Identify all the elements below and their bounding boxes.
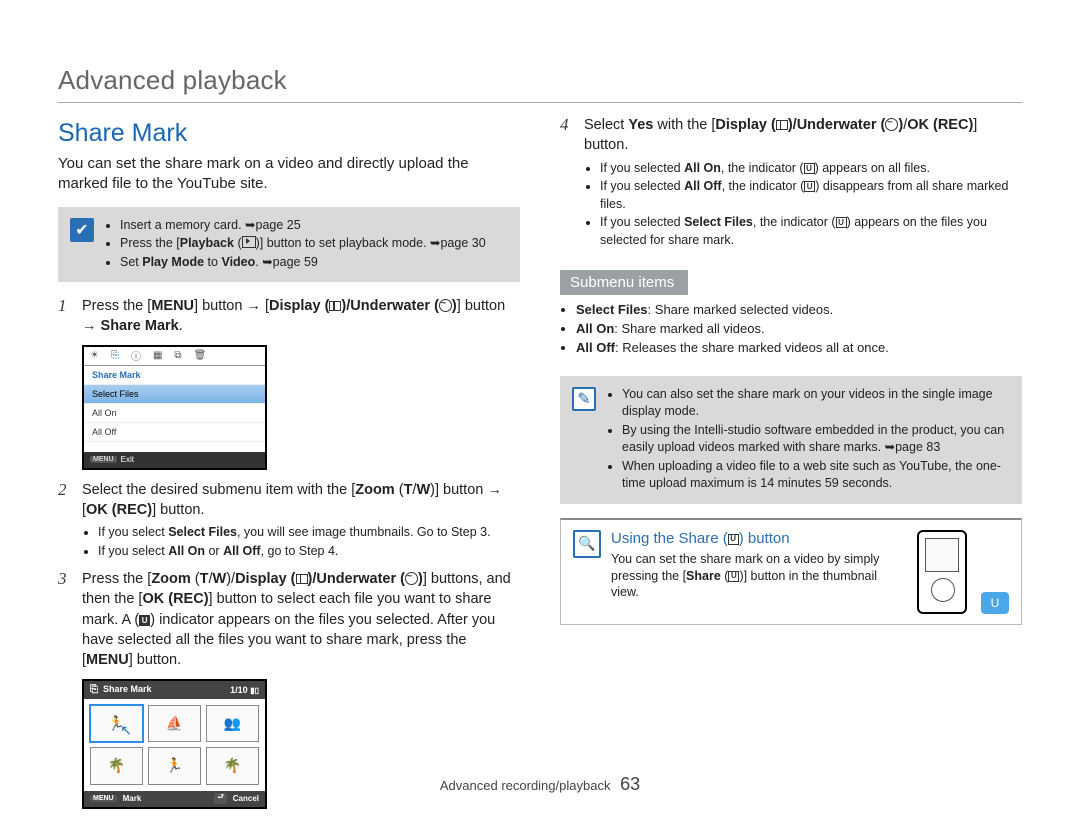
share-indicator-icon — [836, 217, 847, 228]
step-note: If you selected All On, the indicator ()… — [600, 160, 1022, 178]
right-column: 4 Select Yes with the [Display ()/Underw… — [560, 115, 1022, 815]
info-note-box: ✎ You can also set the share mark on you… — [560, 376, 1022, 504]
step-1: 1 Press the [MENU] button → [Display ()/… — [58, 296, 520, 337]
note-item: You can also set the share mark on your … — [622, 386, 1010, 421]
footer-cancel-label: Cancel — [233, 794, 259, 803]
menu-item-all-off: All Off — [84, 423, 265, 442]
submenu-header: Submenu items — [560, 270, 688, 295]
note-item: When uploading a video file to a web sit… — [622, 458, 1010, 493]
share-button-illustration: U — [981, 592, 1009, 614]
step-number: 4 — [560, 115, 574, 250]
footer-mark-label: Mark — [123, 794, 142, 803]
cursor-icon: ↖ — [120, 722, 132, 739]
step-body: Select the desired submenu item with the… — [82, 480, 520, 562]
tip-body: You can set the share mark on a video by… — [611, 551, 899, 602]
share-indicator-icon — [804, 181, 815, 192]
screenshot-footer: MENU Exit — [84, 452, 265, 468]
battery-icon: ▮▯ — [250, 686, 259, 695]
left-column: Share Mark You can set the share mark on… — [58, 115, 520, 815]
step-body: Press the [MENU] button → [Display ()/Un… — [82, 296, 520, 337]
menu-item-all-on: All On — [84, 404, 265, 423]
delete-icon: 🗑 — [194, 350, 207, 361]
share-indicator-icon — [139, 615, 150, 626]
submenu-item: Select Files: Share marked selected vide… — [576, 301, 1022, 319]
screenshot2-title: Share Mark — [103, 684, 152, 694]
step-number: 1 — [58, 296, 72, 337]
screenshot2-count: 1/10 — [230, 685, 248, 695]
share-indicator-icon — [804, 163, 815, 174]
footer-text: Advanced recording/playback — [440, 778, 611, 793]
step-4: 4 Select Yes with the [Display ()/Underw… — [560, 115, 1022, 250]
info-note-list: You can also set the share mark on your … — [606, 386, 1010, 494]
info-icon: ⓘ — [131, 348, 141, 363]
step-3: 3 Press the [Zoom (T/W)/Display ()/Under… — [58, 569, 520, 670]
underwater-icon — [405, 572, 418, 585]
submenu-item: All Off: Releases the share marked video… — [576, 339, 1022, 357]
screenshot-title: Share Mark — [84, 366, 265, 385]
step-2: 2 Select the desired submenu item with t… — [58, 480, 520, 562]
device-illustration — [917, 530, 967, 614]
note-item: By using the Intelli-studio software emb… — [622, 422, 1010, 457]
share-mark-icon: ⎘ — [111, 350, 119, 361]
thumbnail-item: 👥 — [206, 705, 259, 743]
underwater-icon — [885, 118, 898, 131]
page-footer: Advanced recording/playback 63 — [0, 774, 1080, 795]
section-title: Share Mark — [58, 119, 520, 148]
submenu-list: Select Files: Share marked selected vide… — [560, 301, 1022, 358]
pencil-icon: ✎ — [572, 387, 596, 411]
magnifier-icon: 🔍 — [573, 530, 601, 558]
page-number: 63 — [620, 774, 640, 794]
underwater-icon — [439, 299, 452, 312]
grid-icon: ▦ — [153, 350, 162, 361]
playback-icon — [242, 236, 256, 248]
breadcrumb: Advanced playback — [58, 65, 1022, 103]
step-body: Press the [Zoom (T/W)/Display ()/Underwa… — [82, 569, 520, 670]
prerequisite-box: ✔ Insert a memory card. ➥page 25 Press t… — [58, 207, 520, 283]
prereq-item: Set Play Mode to Video. ➥page 59 — [120, 254, 486, 272]
share-indicator-icon — [728, 571, 739, 582]
step-number: 2 — [58, 480, 72, 562]
display-icon — [329, 301, 341, 311]
step-note: If you select All On or All Off, go to S… — [98, 543, 520, 561]
prereq-item: Press the [Playback ()] button to set pl… — [120, 235, 486, 253]
screenshot-toolbar: ☀ ⎘ ⓘ ▦ ⧉ 🗑 — [84, 347, 265, 366]
display-icon — [776, 120, 788, 130]
sun-icon: ☀ — [90, 350, 99, 361]
menu-screenshot: ☀ ⎘ ⓘ ▦ ⧉ 🗑 Share Mark Select Files All … — [82, 345, 267, 470]
tip-title: Using the Share () button — [611, 530, 899, 547]
prerequisite-list: Insert a memory card. ➥page 25 Press the… — [104, 217, 486, 273]
menu-pill: MENU — [90, 456, 117, 463]
step-number: 3 — [58, 569, 72, 670]
footer-exit-label: Exit — [121, 455, 134, 464]
step-note: If you select Select Files, you will see… — [98, 524, 520, 542]
step-body: Select Yes with the [Display ()/Underwat… — [584, 115, 1022, 250]
step-note: If you selected Select Files, the indica… — [600, 214, 1022, 249]
thumbnail-item: 🏃↖ — [90, 705, 143, 743]
submenu-item: All On: Share marked all videos. — [576, 320, 1022, 338]
thumbnail-item: ⛵ — [148, 705, 201, 743]
menu-pill: MENU — [90, 795, 117, 802]
copy-icon: ⧉ — [174, 350, 181, 361]
intro-text: You can set the share mark on a video an… — [58, 154, 520, 195]
prereq-item: Insert a memory card. ➥page 25 — [120, 217, 486, 235]
step-note: If you selected All Off, the indicator (… — [600, 178, 1022, 213]
tip-box: 🔍 Using the Share () button You can set … — [560, 518, 1022, 625]
display-icon — [296, 574, 308, 584]
menu-item-select-files: Select Files — [84, 385, 265, 404]
share-indicator-icon — [728, 534, 739, 545]
check-icon: ✔ — [70, 218, 94, 242]
